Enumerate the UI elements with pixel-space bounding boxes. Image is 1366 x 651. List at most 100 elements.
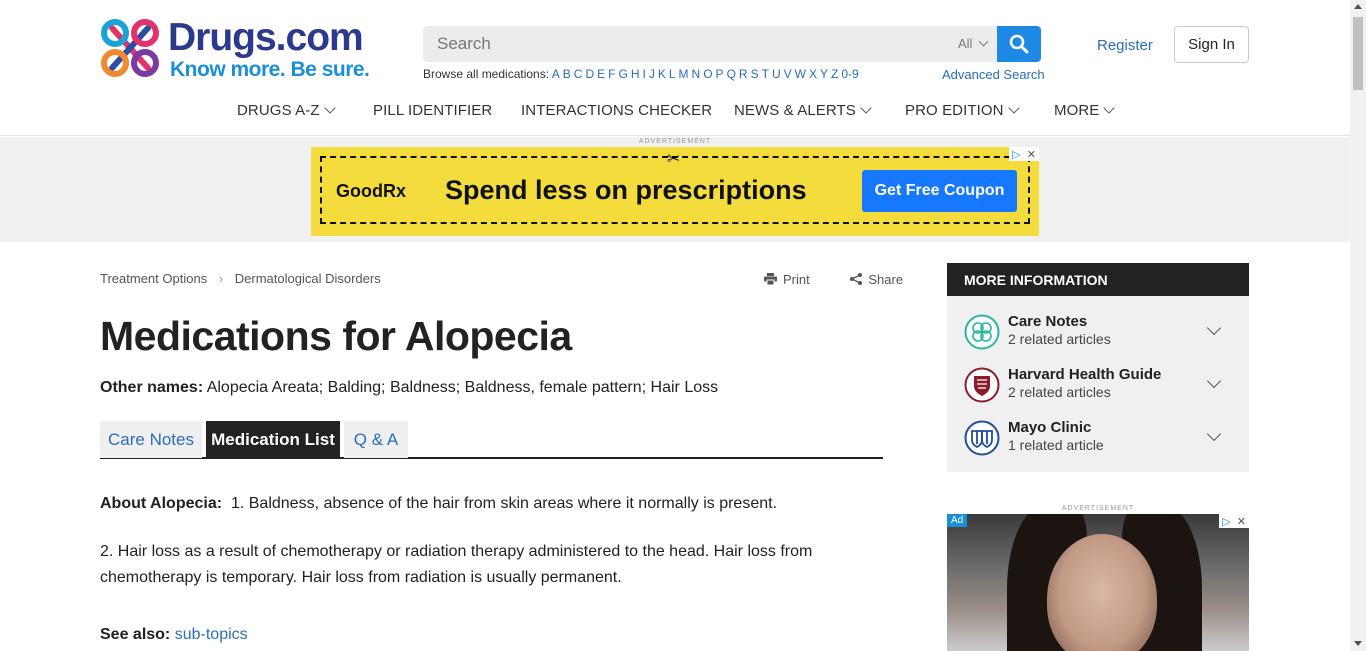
browse-letter-link[interactable]: Z (831, 67, 838, 81)
more-info-item-title: Care Notes (1008, 313, 1088, 330)
browse-letter-link[interactable]: B (563, 67, 571, 81)
browse-letter-link[interactable]: 0-9 (841, 67, 858, 81)
scroll-thumb[interactable] (1353, 17, 1363, 90)
more-information-panel: MORE INFORMATION Care Notes 2 related ar… (947, 263, 1249, 472)
about-paragraph-1: About Alopecia: 1. Baldness, absence of … (100, 491, 890, 517)
search-button[interactable] (997, 26, 1041, 62)
main-nav: DRUGS A-Z PILL IDENTIFIER INTERACTIONS C… (0, 102, 1350, 124)
search-scope-select[interactable]: All (958, 36, 989, 51)
ad-headline: Spend less on prescriptions (445, 175, 807, 205)
browse-letter-link[interactable]: Y (820, 67, 828, 81)
search-input[interactable] (423, 26, 943, 62)
other-names-value: Alopecia Areata; Balding; Baldness; Bald… (206, 379, 719, 396)
browse-letter-link[interactable]: F (608, 67, 615, 81)
browse-letter-link[interactable]: E (597, 67, 605, 81)
ad-brand: GoodRx (336, 181, 406, 201)
more-information-title: MORE INFORMATION (947, 263, 1249, 296)
nav-pill-identifier[interactable]: PILL IDENTIFIER (373, 102, 492, 119)
print-button[interactable]: Print (764, 272, 831, 287)
sub-topics-link[interactable]: sub-topics (175, 626, 248, 643)
browse-letter-link[interactable]: W (795, 67, 806, 81)
care-notes-icon (964, 314, 1000, 350)
print-icon (764, 273, 777, 286)
see-also: See also: sub-topics (100, 622, 890, 648)
sidebar-ad[interactable]: Ad ▷ ✕ (947, 514, 1249, 651)
browse-letter-link[interactable]: K (658, 67, 666, 81)
browse-letter-link[interactable]: T (762, 67, 769, 81)
nav-label: PRO EDITION (905, 102, 1004, 119)
register-link[interactable]: Register (1097, 37, 1153, 54)
breadcrumb-separator-icon: › (218, 271, 224, 286)
adchoices-icon[interactable]: ▷ ✕ (1009, 147, 1039, 161)
search-box: All (423, 26, 997, 62)
chevron-down-icon (1206, 320, 1222, 336)
more-info-item-care-notes[interactable]: Care Notes 2 related articles (947, 306, 1249, 356)
nav-interactions-checker[interactable]: INTERACTIONS CHECKER (521, 102, 712, 119)
browse-letter-link[interactable]: J (649, 67, 655, 81)
browse-letter-link[interactable]: I (642, 67, 645, 81)
more-info-item-mayo[interactable]: Mayo Clinic 1 related article (947, 412, 1249, 462)
browse-letter-link[interactable]: U (772, 67, 781, 81)
scroll-up-arrow-icon[interactable] (1354, 4, 1362, 9)
about-text-1: 1. Baldness, absence of the hair from sk… (230, 495, 778, 512)
chevron-down-icon (323, 102, 336, 114)
browse-letter-link[interactable]: Q (727, 67, 736, 81)
browse-letter-link[interactable]: S (751, 67, 759, 81)
tab-q-and-a[interactable]: Q & A (344, 421, 408, 458)
more-info-item-sub: 2 related articles (1008, 331, 1111, 347)
other-names-label: Other names: (100, 379, 204, 396)
browse-letter-link[interactable]: M (679, 67, 689, 81)
harvard-shield-icon (964, 367, 1000, 403)
nav-more[interactable]: MORE (1054, 102, 1116, 119)
site-header: Drugs.com Know more. Be sure. All Browse… (0, 0, 1350, 136)
browse-letter-link[interactable]: P (716, 67, 724, 81)
nav-label: PILL IDENTIFIER (373, 102, 493, 119)
browse-letter-link[interactable]: L (669, 67, 676, 81)
advanced-search-link[interactable]: Advanced Search (942, 67, 1045, 82)
nav-pro-edition[interactable]: PRO EDITION (905, 102, 1020, 119)
browse-letter-link[interactable]: D (585, 67, 594, 81)
nav-label: DRUGS A-Z (237, 102, 320, 119)
nav-drugs-a-z[interactable]: DRUGS A-Z (237, 102, 336, 119)
drugs-com-logo[interactable]: Drugs.com Know more. Be sure. (100, 16, 400, 82)
sidebar-advertisement-label: ADVERTISEMENT (1061, 505, 1135, 512)
tab-bar: Care Notes Medication List Q & A (100, 421, 883, 459)
breadcrumb-dermatological-disorders[interactable]: Dermatological Disorders (235, 271, 381, 286)
breadcrumb-treatment-options[interactable]: Treatment Options (100, 271, 207, 286)
more-info-item-sub: 2 related articles (1008, 384, 1111, 400)
share-button[interactable]: Share (849, 272, 921, 287)
about-label: About Alopecia: (100, 495, 223, 512)
chevron-down-icon (978, 36, 989, 47)
more-info-item-harvard[interactable]: Harvard Health Guide 2 related articles (947, 359, 1249, 409)
more-info-item-title: Mayo Clinic (1008, 419, 1092, 436)
browse-letter-link[interactable]: R (739, 67, 748, 81)
browse-medications: Browse all medications: ABCDEFGHIJKLMNOP… (423, 67, 862, 81)
browse-letter-link[interactable]: X (809, 67, 817, 81)
browse-letter-link[interactable]: A (552, 67, 560, 81)
tab-care-notes[interactable]: Care Notes (100, 421, 202, 458)
browse-letter-link[interactable]: G (618, 67, 627, 81)
goodrx-ad[interactable]: ✂ GoodRx Spend less on prescriptions Get… (311, 147, 1039, 236)
browse-letter-link[interactable]: C (574, 67, 583, 81)
more-info-item-sub: 1 related article (1008, 437, 1104, 453)
more-info-item-title: Harvard Health Guide (1008, 366, 1162, 383)
adchoices-icon[interactable]: ▷ ✕ (1219, 514, 1249, 528)
sign-in-button[interactable]: Sign In (1174, 26, 1249, 63)
nav-label: MORE (1054, 102, 1100, 119)
ad-cta-button[interactable]: Get Free Coupon (862, 170, 1017, 212)
browse-letter-link[interactable]: N (692, 67, 701, 81)
chevron-down-icon (860, 102, 872, 114)
browse-letter-link[interactable]: H (631, 67, 640, 81)
browse-letters: A B C D E F G H I J K L M N O P Q R S T U V W X Y Z 0-9 (552, 67, 862, 81)
browse-letter-link[interactable]: V (784, 67, 792, 81)
logo-tagline: Know more. Be sure. (170, 58, 370, 81)
nav-news-alerts[interactable]: NEWS & ALERTS (734, 102, 872, 119)
see-also-label: See also: (100, 626, 171, 643)
browse-letter-link[interactable]: O (703, 67, 712, 81)
page-scrollbar[interactable] (1350, 0, 1366, 651)
scroll-down-arrow-icon[interactable] (1354, 641, 1362, 646)
share-label: Share (868, 272, 904, 287)
chevron-down-icon (1206, 373, 1222, 389)
nav-label: INTERACTIONS CHECKER (521, 102, 713, 119)
tab-medication-list[interactable]: Medication List (206, 421, 340, 458)
